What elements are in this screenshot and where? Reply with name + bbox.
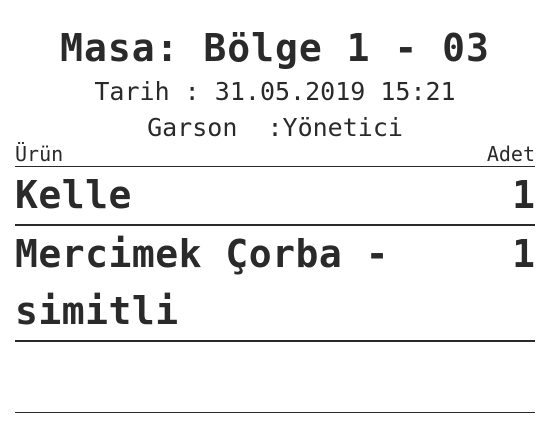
waiter-name: Garson :Yönetici [147, 113, 403, 142]
order-receipt: Masa: Bölge 1 - 03 Tarih : 31.05.2019 15… [15, 24, 535, 342]
quantity-column-header: Adet [486, 142, 535, 166]
product-column-header: Ürün [15, 142, 64, 166]
table-title: Masa: Bölge 1 - 03 [60, 26, 490, 70]
order-item-row: Mercimek Çorba - simitli 1 [15, 226, 535, 342]
column-header-row: Ürün Adet [15, 142, 535, 167]
order-item-quantity: 1 [512, 173, 535, 217]
order-date: Tarih : 31.05.2019 15:21 [94, 77, 456, 106]
order-item-name: Mercimek Çorba - simitli [15, 232, 390, 333]
order-item-row: Kelle 1 [15, 167, 535, 226]
receipt-divider [15, 412, 535, 413]
order-item-quantity: 1 [512, 232, 535, 276]
order-item-name: Kelle [15, 173, 132, 217]
